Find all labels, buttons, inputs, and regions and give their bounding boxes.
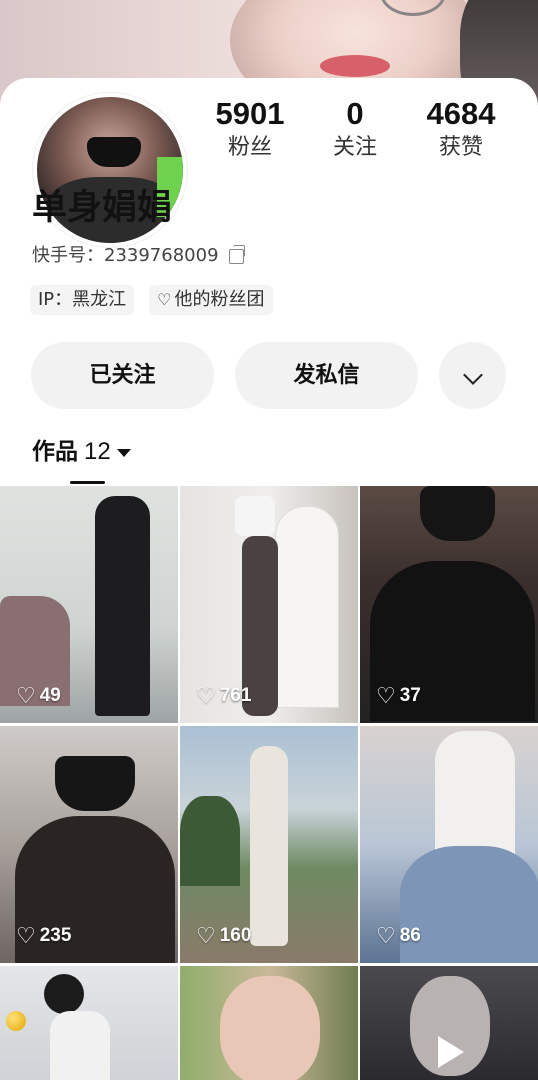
play-icon [438,1036,464,1068]
fan-group-tag[interactable]: ♡ 他的粉丝团 [149,285,273,315]
tab-works-count: 12 [84,438,111,465]
like-count-value: 160 [219,925,252,946]
like-count-value: 37 [399,685,421,706]
stat-likes-value: 4684 [426,96,496,131]
video-thumbnail[interactable] [0,966,178,1080]
video-thumbnail[interactable] [180,966,358,1080]
stat-fans-label: 粉丝 [227,135,272,160]
profile-stats: 5901 粉丝 0 关注 4684 获赞 [195,95,525,165]
like-count-value: 49 [39,685,61,706]
heart-outline-icon: ♡ [196,923,216,948]
thumb-detail [235,496,275,536]
thumb-head [44,974,84,1014]
thumb-figure [250,746,288,946]
following-button[interactable]: 已关注 [31,342,214,409]
profile-nickname: 单身娟娟 [32,188,173,228]
tab-works-label: 作品 [32,439,78,465]
profile-tags: IP：黑龙江 ♡ 他的粉丝团 [30,285,273,315]
fan-group-label: 他的粉丝团 [174,289,265,310]
thumb-door [275,506,339,708]
thumb-figure [95,496,150,716]
stat-fans-value: 5901 [215,96,285,131]
caret-down-icon [116,449,131,457]
tab-works[interactable]: 作品 12 [32,436,131,468]
like-count: ♡ 86 [376,923,421,949]
send-message-button[interactable]: 发私信 [235,342,418,409]
stat-likes[interactable]: 4684 获赞 [406,95,516,163]
like-count: ♡ 761 [196,683,251,709]
heart-outline-icon: ♡ [16,683,36,708]
like-count: ♡ 49 [16,683,61,709]
like-count: ♡ 160 [196,923,251,949]
video-thumbnail[interactable]: ♡ 761 [180,486,358,723]
kuaishou-id-row[interactable]: 快手号：2339768009 [32,243,245,269]
ip-location-label: IP：黑龙江 [38,289,127,310]
chevron-down-icon [462,365,483,385]
stat-fans[interactable]: 5901 粉丝 [195,95,305,163]
heart-outline-icon: ♡ [196,683,216,708]
heart-outline-icon: ♡ [16,923,36,948]
video-thumbnail[interactable]: ♡ 37 [360,486,538,723]
heart-outline-icon: ♡ [376,923,396,948]
thumb-face [220,976,320,1080]
more-button[interactable] [439,342,506,409]
like-count-value: 86 [399,925,421,946]
stat-following[interactable]: 0 关注 [300,95,410,163]
kuaishou-id: 快手号：2339768009 [32,245,219,266]
heart-outline-icon: ♡ [157,290,172,309]
video-thumbnail[interactable]: ♡ 49 [0,486,178,723]
like-count: ♡ 235 [16,923,71,949]
tab-active-indicator [70,481,105,484]
stat-following-value: 0 [346,96,364,131]
thumb-mask [420,486,495,541]
stat-likes-label: 获赞 [438,135,483,160]
thumb-tree [180,796,240,886]
video-thumbnail[interactable]: ♡ 160 [180,726,358,963]
heart-outline-icon: ♡ [376,683,396,708]
video-thumbnail[interactable]: ♡ 235 [0,726,178,963]
like-count-value: 761 [219,685,252,706]
video-thumbnail[interactable]: ♡ 86 [360,726,538,963]
avatar-mask [87,137,141,167]
copy-icon[interactable] [228,244,245,264]
ip-location-tag: IP：黑龙江 [30,285,135,315]
coin-icon [6,1011,26,1031]
stat-following-label: 关注 [332,135,377,160]
like-count-value: 235 [39,925,72,946]
cover-lips [320,55,390,77]
thumb-mask [55,756,135,811]
thumb-figure [50,1011,110,1080]
like-count: ♡ 37 [376,683,421,709]
video-thumbnail[interactable] [360,966,538,1080]
